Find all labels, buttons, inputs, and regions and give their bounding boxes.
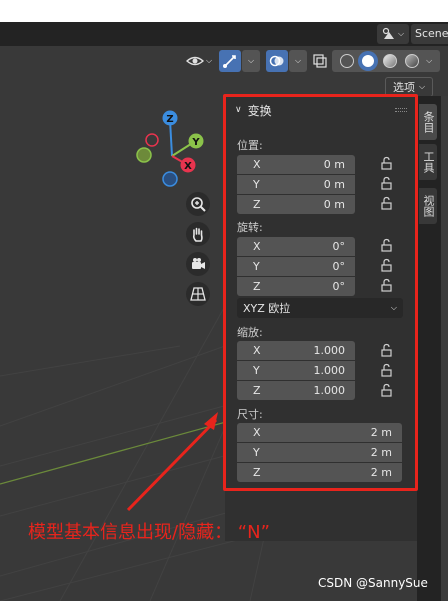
scene-icon	[382, 27, 394, 39]
overlay-toggle-button[interactable]	[266, 50, 288, 72]
overlay-dropdown[interactable]: ⌵	[289, 50, 307, 72]
tab-item[interactable]: 条目	[419, 104, 437, 140]
shading-mode-group: ⌵	[332, 50, 440, 72]
zoom-button[interactable]	[186, 192, 210, 216]
camera-view-button[interactable]	[186, 252, 210, 276]
annotation-arrow	[126, 412, 218, 512]
xray-icon	[313, 54, 327, 68]
eye-icon	[185, 56, 204, 66]
pan-button[interactable]	[186, 222, 210, 246]
gizmo-neg-y-dot	[136, 147, 152, 163]
chevron-down-icon[interactable]: ⌵	[426, 56, 432, 66]
tab-view[interactable]: 视图	[419, 188, 437, 224]
material-shading-icon[interactable]	[382, 54, 397, 68]
scene-name-field[interactable]: Scene	[411, 24, 448, 44]
xray-toggle-button[interactable]	[310, 50, 330, 72]
gizmo-x-label: X	[184, 161, 192, 172]
camera-icon	[192, 258, 205, 269]
navigation-gizmo[interactable]: Z Y X	[128, 106, 208, 196]
gizmo-toggle-button[interactable]	[219, 50, 241, 72]
scrollbar-edge[interactable]	[441, 96, 448, 601]
perspective-toggle-button[interactable]	[186, 282, 210, 306]
gizmo-icon	[223, 55, 236, 68]
scene-selector-button[interactable]: ⌵	[377, 24, 409, 44]
chevron-down-icon: ⌵	[205, 56, 213, 65]
solid-shading-icon[interactable]	[361, 54, 376, 68]
top-white-strip	[0, 0, 448, 22]
visibility-toggle[interactable]: ⌵	[184, 50, 214, 72]
viewport-header: ⌵ ⌵ ⌵ ⌵	[0, 46, 448, 76]
chevron-down-icon: ⌵	[247, 56, 255, 65]
gizmo-neg-x-dot	[145, 133, 159, 147]
top-bar: ⌵ Scene	[0, 22, 448, 46]
watermark: CSDN @SannySue	[318, 576, 428, 590]
gizmo-y-label: Y	[191, 137, 200, 148]
rendered-shading-icon[interactable]	[404, 54, 419, 68]
highlight-box	[223, 94, 418, 491]
chevron-down-icon: ⌵	[418, 82, 426, 91]
overlay-icon	[269, 55, 284, 67]
chevron-down-icon: ⌵	[294, 56, 302, 65]
grid-icon	[190, 287, 206, 301]
wireframe-shading-icon[interactable]	[339, 54, 354, 68]
tab-tool[interactable]: 工具	[419, 144, 437, 180]
zoom-icon	[191, 197, 206, 212]
gizmo-neg-z-dot	[162, 171, 178, 187]
gizmo-dropdown[interactable]: ⌵	[242, 50, 260, 72]
chevron-down-icon: ⌵	[397, 29, 405, 38]
options-label: 选项	[392, 81, 415, 94]
annotation-text: 模型基本信息出现/隐藏： “N”	[28, 522, 270, 543]
gizmo-z-label: Z	[166, 114, 173, 125]
hand-icon	[192, 227, 203, 242]
